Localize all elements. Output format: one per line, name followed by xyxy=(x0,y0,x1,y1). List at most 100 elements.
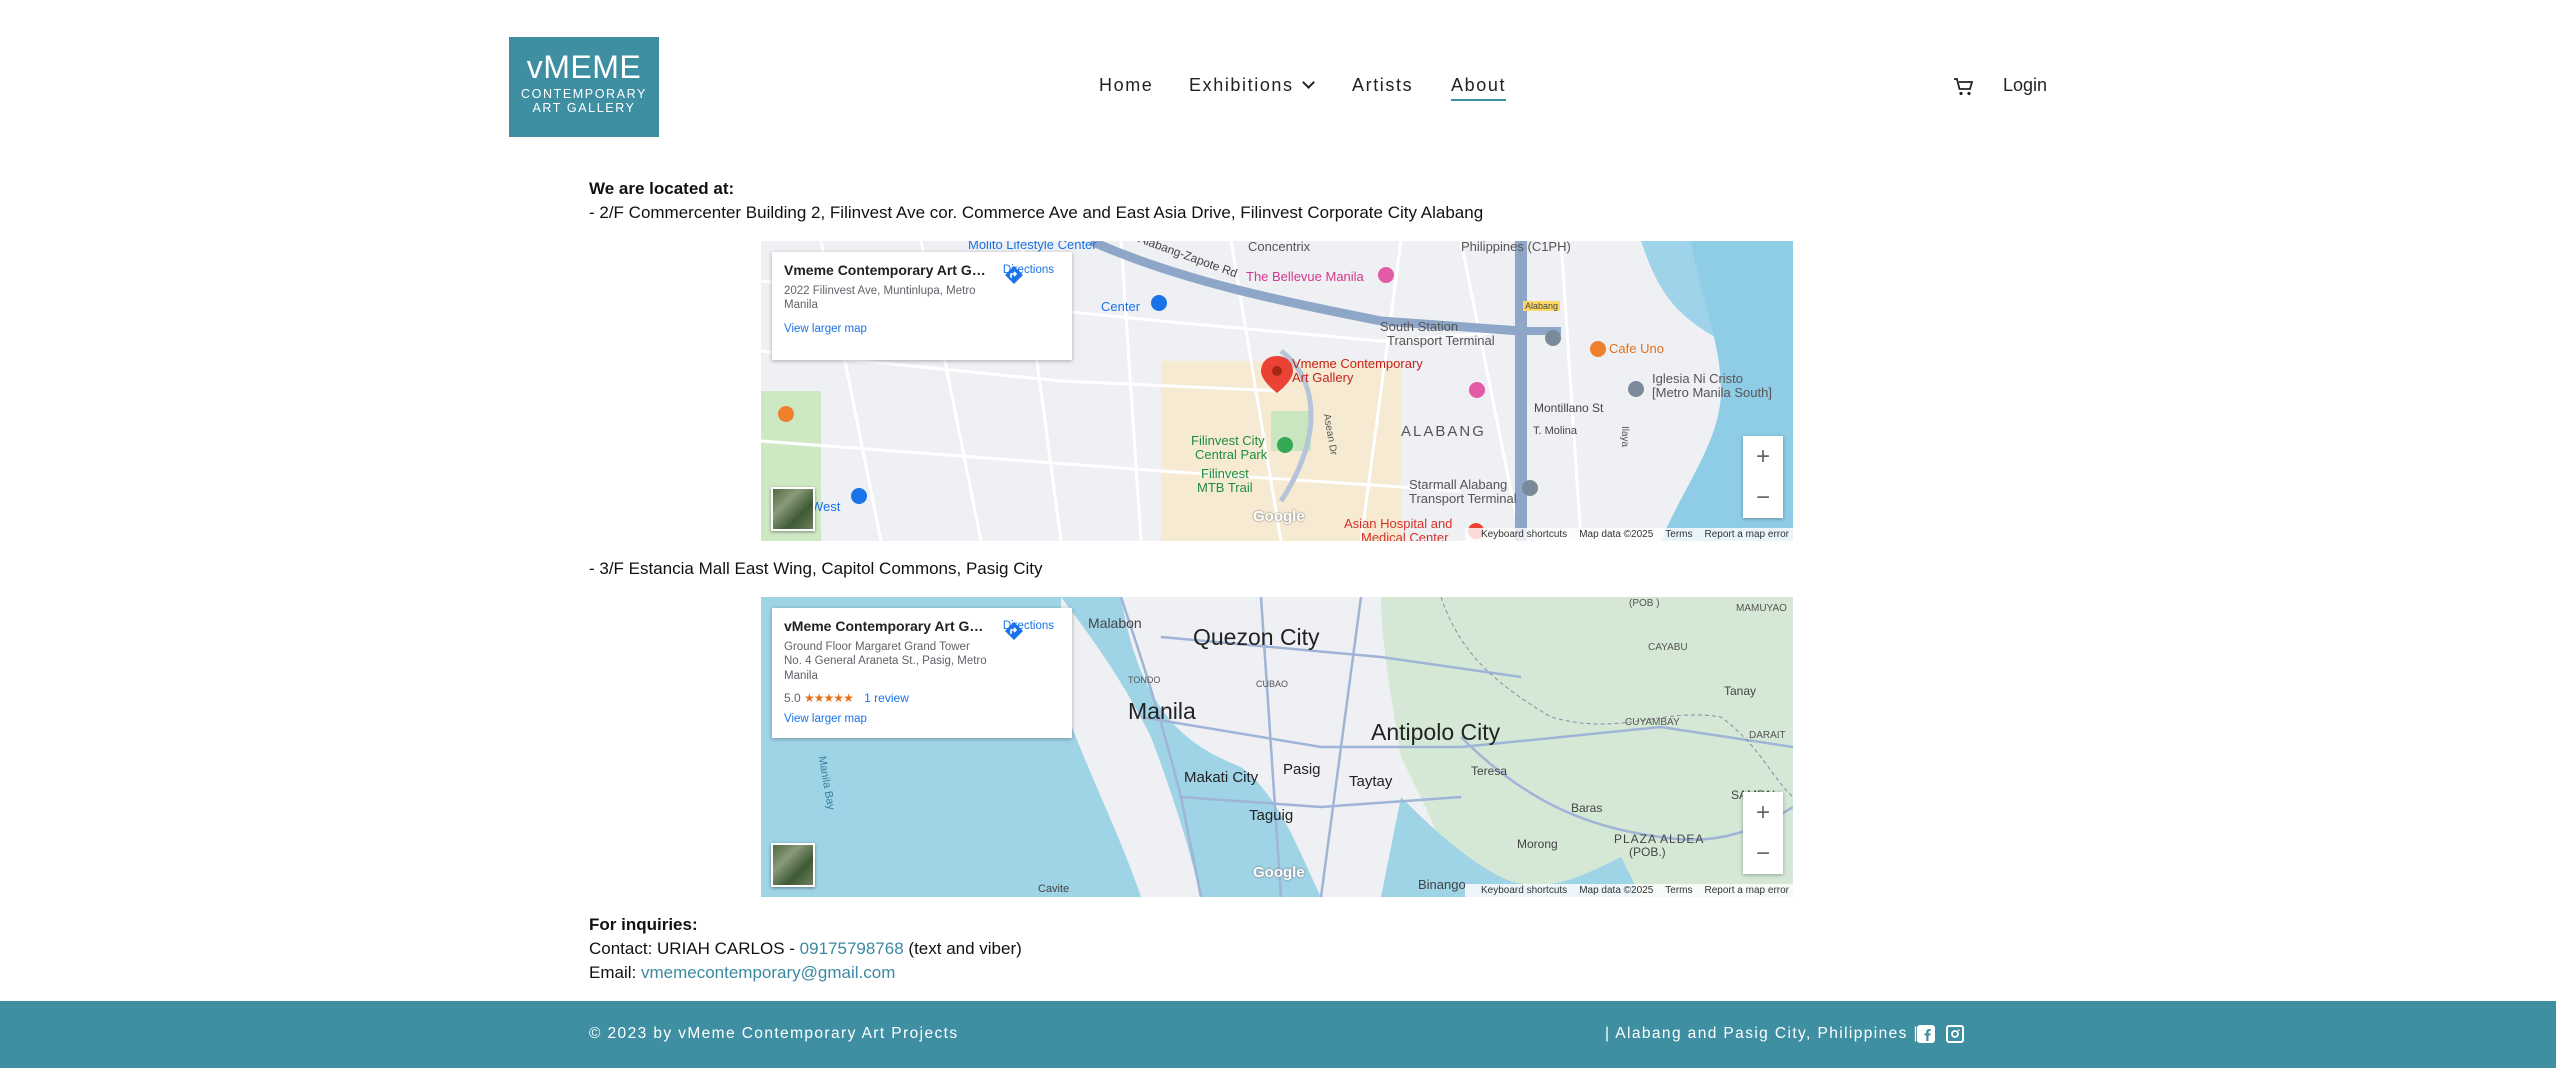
map1-label: Central Park xyxy=(1195,447,1268,462)
nav-exhibitions[interactable]: Exhibitions xyxy=(1189,75,1315,96)
map1-label: Center xyxy=(1101,299,1141,314)
map2-label: Teresa xyxy=(1471,764,1508,778)
map2-view-larger-link[interactable]: View larger map xyxy=(784,713,1060,725)
map1-label: West xyxy=(811,499,841,514)
map2-label: Manila xyxy=(1128,698,1196,724)
map1-label: Starmall Alabang xyxy=(1409,477,1508,492)
map1-label: Filinvest xyxy=(1201,466,1249,481)
map2-attribution: Keyboard shortcuts Map data ©2025 Terms Rep… xyxy=(1465,884,1793,897)
logo-title: vMEME xyxy=(526,49,642,85)
map2-label: DARAIT xyxy=(1749,730,1786,741)
logo-line1: CONTEMPORARY xyxy=(521,87,647,101)
map1-terms[interactable]: Terms xyxy=(1665,529,1692,540)
map1-map-data: Map data ©2025 xyxy=(1579,529,1654,540)
map1-zoom-controls: + − xyxy=(1743,436,1783,518)
inquiries-heading: For inquiries: xyxy=(589,915,698,934)
directions-icon xyxy=(1004,266,1023,284)
gallery-logo[interactable]: vMEME CONTEMPORARY ART GALLERY xyxy=(509,37,659,137)
map2-rating: 5.0 ★★★★★ 1 review xyxy=(784,691,1060,705)
located-heading: We are located at: xyxy=(589,179,735,198)
map2-label: Malabon xyxy=(1088,615,1142,631)
map1-label: Montillano St xyxy=(1534,401,1604,415)
map-pasig[interactable]: Malabon Quezon City Manila Antipolo City… xyxy=(761,597,1793,897)
phone-link[interactable]: 09175798768 xyxy=(800,939,904,958)
footer-location: | Alabang and Pasig City, Philippines | xyxy=(1605,1025,1919,1042)
login-link[interactable]: Login xyxy=(2003,75,2047,96)
map1-satellite-toggle[interactable] xyxy=(771,487,815,531)
map1-report-error[interactable]: Report a map error xyxy=(1705,529,1789,540)
map-alabang[interactable]: Molito Lifestyle Center Alabang-Zapote R… xyxy=(761,241,1793,541)
map1-zoom-out-button[interactable]: − xyxy=(1743,477,1783,518)
map2-keyboard-shortcuts[interactable]: Keyboard shortcuts xyxy=(1481,885,1567,896)
map1-attribution: Keyboard shortcuts Map data ©2025 Terms Rep… xyxy=(1465,528,1793,541)
map1-keyboard-shortcuts[interactable]: Keyboard shortcuts xyxy=(1481,529,1567,540)
email-prefix: Email: xyxy=(589,963,641,982)
map2-report-error[interactable]: Report a map error xyxy=(1705,885,1789,896)
map2-label: Antipolo City xyxy=(1371,719,1501,745)
map1-label: Molito Lifestyle Center xyxy=(968,241,1097,252)
map1-label: Alabang xyxy=(1523,301,1561,311)
map2-satellite-toggle[interactable] xyxy=(771,843,815,887)
site-footer: © 2023 by vMeme Contemporary Art Project… xyxy=(0,1001,2556,1068)
facebook-icon[interactable] xyxy=(1917,1025,1935,1043)
contact-prefix: Contact: URIAH CARLOS - xyxy=(589,939,800,958)
nav-exhibitions-label: Exhibitions xyxy=(1189,75,1294,95)
map2-label: (POB.) xyxy=(1629,845,1666,859)
map2-directions-button[interactable]: Directions xyxy=(1003,620,1054,640)
map2-label: Baras xyxy=(1571,801,1603,815)
map1-label: Concentrix xyxy=(1248,241,1311,254)
map1-label: Transport Terminal xyxy=(1387,333,1495,348)
map1-label: Asian Hospital and xyxy=(1344,516,1453,531)
map2-zoom-controls: + − xyxy=(1743,792,1783,874)
footer-copyright: © 2023 by vMeme Contemporary Art Project… xyxy=(589,1025,959,1042)
map2-place-address: Ground Floor Margaret Grand Tower No. 4 … xyxy=(784,641,987,682)
map2-zoom-in-button[interactable]: + xyxy=(1743,792,1783,833)
map2-label: Taytay xyxy=(1349,773,1393,790)
map1-label: Medical Center xyxy=(1361,530,1449,541)
map2-place-card: vMeme Contemporary Art Gall... Ground Fl… xyxy=(772,608,1072,738)
map2-zoom-out-button[interactable]: − xyxy=(1743,833,1783,874)
map1-pin-label: Vmeme Contemporary Art Gallery xyxy=(1292,356,1423,386)
map1-zoom-in-button[interactable]: + xyxy=(1743,436,1783,477)
map1-view-larger-link[interactable]: View larger map xyxy=(784,323,1060,335)
map2-label: TONDO xyxy=(1128,675,1161,685)
map2-place-title: vMeme Contemporary Art Gall... xyxy=(784,618,989,634)
directions-icon xyxy=(1004,622,1023,640)
contact-line: Contact: URIAH CARLOS - 09175798768 (tex… xyxy=(589,939,1022,959)
map2-label: CUBAO xyxy=(1256,679,1289,689)
map1-directions-button[interactable]: Directions xyxy=(1003,264,1054,284)
map2-label: Quezon City xyxy=(1193,624,1320,650)
location-1: - 2/F Commercenter Building 2, Filinvest… xyxy=(589,203,1484,222)
google-logo: Google xyxy=(1253,864,1305,881)
map1-place-title: Vmeme Contemporary Art Gal... xyxy=(784,262,989,278)
map2-label: Binango xyxy=(1418,877,1466,892)
nav-about[interactable]: About xyxy=(1451,75,1507,101)
map1-label: T. Molina xyxy=(1533,425,1578,437)
map2-reviews-link[interactable]: 1 review xyxy=(864,691,909,705)
map2-terms[interactable]: Terms xyxy=(1665,885,1692,896)
map1-pin-label-line2: Art Gallery xyxy=(1292,370,1354,386)
nav-artists[interactable]: Artists xyxy=(1352,75,1413,96)
map1-label: Ilaya xyxy=(1619,425,1631,448)
cart-icon[interactable] xyxy=(1953,77,1975,102)
map1-label: The Bellevue Manila xyxy=(1246,269,1364,284)
email-link[interactable]: vmemecontemporary@gmail.com xyxy=(641,963,895,982)
map1-place-address: 2022 Filinvest Ave, Muntinlupa, Metro Ma… xyxy=(784,285,976,312)
map2-label: Tanay xyxy=(1724,684,1757,698)
map1-label: Philippines (C1PH) xyxy=(1461,241,1571,254)
map1-label: Iglesia Ni Cristo xyxy=(1652,371,1744,386)
map1-label: [Metro Manila South] xyxy=(1652,385,1772,400)
map2-rating-value: 5.0 xyxy=(784,691,801,706)
map1-label: MTB Trail xyxy=(1197,480,1253,495)
star-icons: ★★★★★ xyxy=(804,691,854,706)
map1-pin-label-line1: Vmeme Contemporary xyxy=(1292,356,1423,371)
map2-map-data: Map data ©2025 xyxy=(1579,885,1654,896)
nav-home[interactable]: Home xyxy=(1099,75,1153,96)
map2-label: Taguig xyxy=(1249,807,1294,824)
map1-place-card: Vmeme Contemporary Art Gal... 2022 Filin… xyxy=(772,252,1072,360)
map2-label: Morong xyxy=(1517,837,1558,851)
map1-label: South Station xyxy=(1380,319,1459,334)
map2-label: MAMUYAO xyxy=(1736,603,1787,614)
chevron-down-icon xyxy=(1301,76,1315,89)
instagram-icon[interactable] xyxy=(1946,1025,1964,1043)
